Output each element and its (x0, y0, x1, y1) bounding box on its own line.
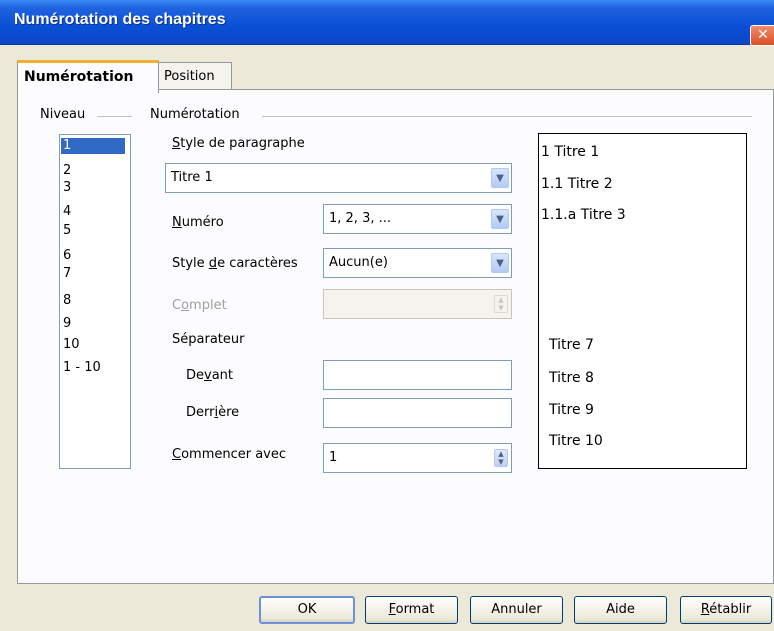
complete-spinner: ▲ ▼ (323, 289, 512, 319)
close-icon[interactable]: ✕ (750, 25, 774, 46)
preview-line: Titre 9 (549, 402, 594, 418)
level-list[interactable]: 1 2 3 4 5 6 7 8 9 10 1 - 10 (59, 134, 131, 469)
level-group-divider (97, 116, 132, 117)
numbering-group-label: Numérotation (150, 107, 240, 122)
list-item[interactable]: 6 (63, 248, 71, 264)
ok-button[interactable]: OK (259, 596, 355, 624)
paragraph-style-label: Style de paragraphe (172, 136, 305, 151)
reset-button[interactable]: Rétablir (680, 596, 772, 624)
list-item[interactable]: 3 (63, 180, 71, 196)
char-style-label: Style de caractères (172, 256, 298, 271)
preview-line: Titre 10 (549, 433, 603, 449)
spinner-arrows-icon: ▲ ▼ (494, 295, 508, 313)
after-input[interactable] (323, 398, 512, 428)
help-button[interactable]: Aide (574, 596, 667, 624)
start-with-spinner[interactable]: 1 ▲ ▼ (323, 443, 512, 473)
preview-line: Titre 8 (549, 370, 594, 386)
chevron-down-icon[interactable]: ▼ (491, 253, 509, 273)
tab-label: Numérotation (24, 69, 134, 85)
numbering-preview: 1 Titre 1 1.1 Titre 2 1.1.a Titre 3 Titr… (538, 133, 747, 469)
chevron-down-icon[interactable]: ▼ (491, 209, 509, 229)
complete-label: Complet (172, 298, 227, 313)
char-style-dropdown[interactable]: Aucun(e) ▼ (323, 248, 512, 278)
paragraph-style-dropdown[interactable]: Titre 1 ▼ (165, 163, 512, 193)
level-group-label: Niveau (40, 107, 86, 122)
format-button[interactable]: Format (365, 596, 458, 624)
window-title: Numérotation des chapitres (14, 11, 226, 28)
paragraph-style-value: Titre 1 (171, 170, 213, 185)
before-input[interactable] (323, 360, 512, 390)
before-label: Devant (186, 368, 234, 383)
preview-line: 1 Titre 1 (541, 144, 600, 160)
list-item[interactable]: 7 (63, 266, 71, 282)
list-item[interactable]: 5 (63, 223, 71, 239)
title-bar[interactable]: Numérotation des chapitres ✕ (0, 0, 774, 46)
number-label: Numéro (172, 215, 224, 230)
number-value: 1, 2, 3, ... (329, 211, 392, 226)
numbering-group-divider (262, 116, 752, 117)
preview-line: 1.1 Titre 2 (541, 176, 613, 192)
list-item[interactable]: 8 (63, 293, 71, 309)
spinner-arrows-icon[interactable]: ▲ ▼ (494, 449, 508, 467)
cancel-button[interactable]: Annuler (470, 596, 563, 624)
list-item[interactable]: 10 (63, 337, 80, 353)
after-label: Derrière (186, 405, 240, 420)
list-item[interactable]: 1 (61, 138, 125, 154)
tab-numerotation[interactable]: Numérotation (17, 60, 159, 93)
tab-position[interactable]: Position (158, 62, 232, 89)
list-item[interactable]: 1 - 10 (63, 360, 101, 376)
preview-line: Titre 7 (549, 337, 594, 353)
list-item[interactable]: 9 (63, 316, 71, 332)
number-dropdown[interactable]: 1, 2, 3, ... ▼ (323, 204, 512, 234)
separator-label: Séparateur (172, 332, 245, 347)
char-style-value: Aucun(e) (329, 255, 388, 270)
tab-label: Position (164, 69, 215, 84)
list-item[interactable]: 4 (63, 204, 71, 220)
start-with-label: Commencer avec (172, 447, 287, 462)
list-item[interactable]: 2 (63, 163, 71, 179)
start-with-value: 1 (329, 450, 338, 465)
chevron-down-icon[interactable]: ▼ (491, 168, 509, 188)
preview-line: 1.1.a Titre 3 (541, 207, 626, 223)
